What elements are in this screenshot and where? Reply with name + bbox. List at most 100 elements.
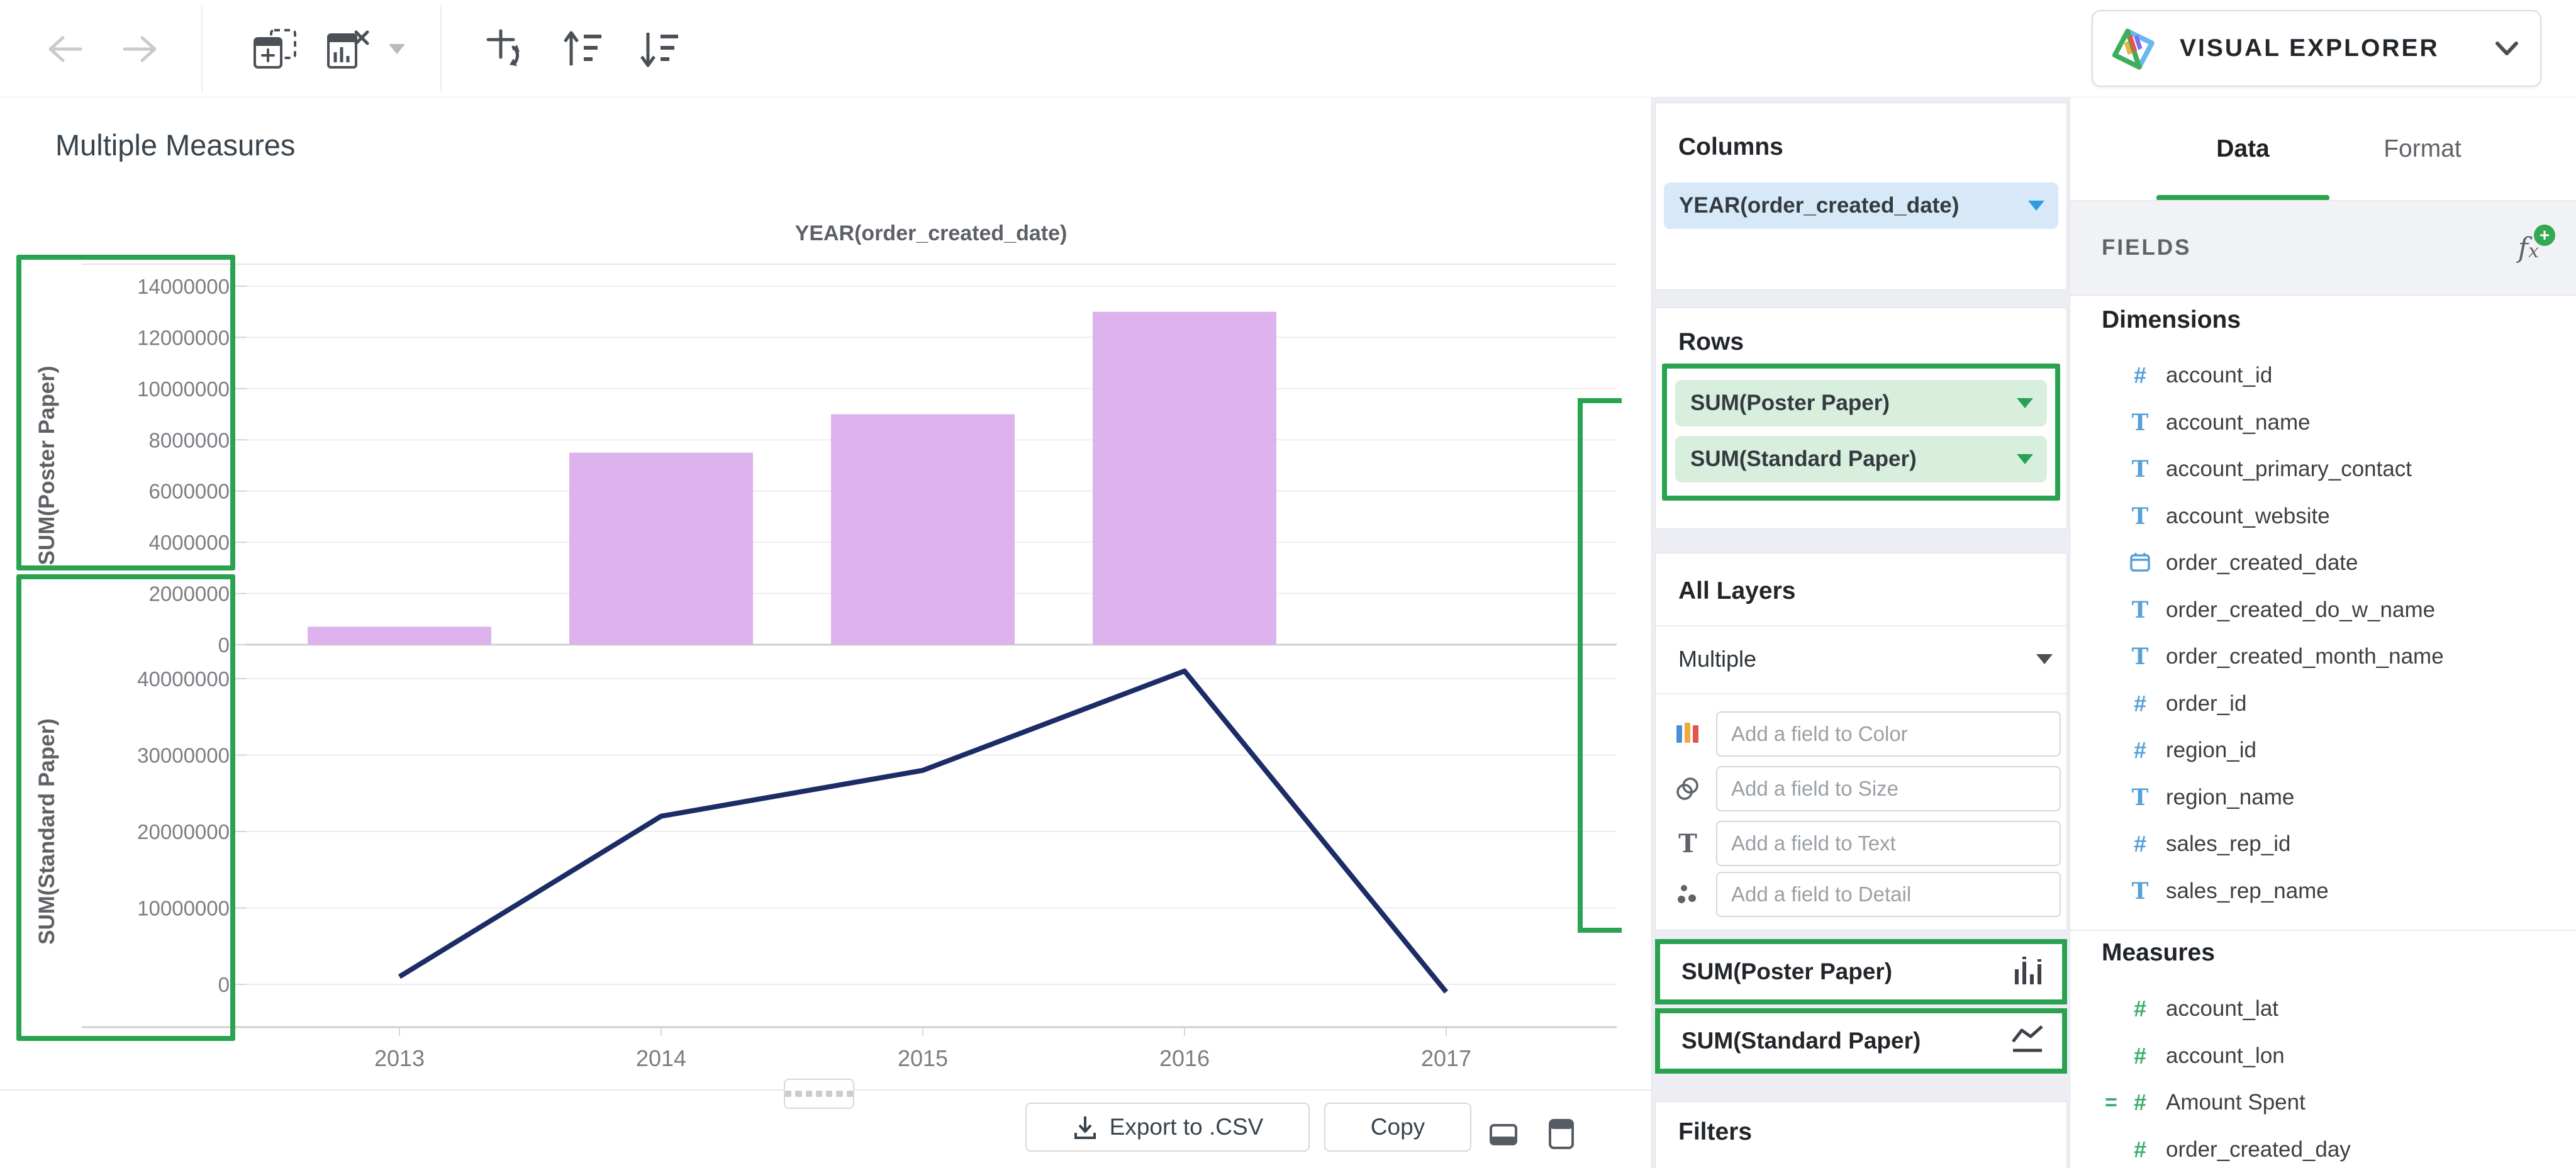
calculated-field-icon: #	[2126, 1089, 2155, 1116]
filters-title: Filters	[1678, 1118, 1752, 1146]
number-icon: #	[2126, 691, 2155, 717]
fields-header-bar: FIELDS fx +	[2070, 201, 2576, 296]
layer-sum-poster-paper[interactable]: SUM(Poster Paper)	[1655, 939, 2067, 1004]
svg-text:30000000: 30000000	[137, 744, 230, 767]
rows-pill-sum-standard-paper[interactable]: SUM(Standard Paper)	[1675, 436, 2047, 482]
bar-2014[interactable]	[569, 453, 753, 645]
field-order_id[interactable]: #order_id	[2070, 681, 2576, 727]
svg-text:4000000: 4000000	[149, 531, 230, 554]
text-icon: T	[2126, 597, 2155, 623]
visual-explorer-menu-button[interactable]: VISUAL EXPLORER	[2092, 10, 2541, 87]
measures-section-title: Measures	[2102, 939, 2215, 967]
field-region_id[interactable]: #region_id	[2070, 727, 2576, 774]
svg-text:14000000: 14000000	[137, 275, 230, 298]
fields-panel: Data Format FIELDS fx + Dimensions #acco…	[2070, 97, 2576, 1168]
field-order_created_day[interactable]: #order_created_day	[2070, 1126, 2576, 1168]
add-calculated-field-icon[interactable]: fx +	[2518, 232, 2539, 264]
field-account_primary_contact[interactable]: Taccount_primary_contact	[2070, 446, 2576, 492]
text-icon: T	[2126, 503, 2155, 530]
visual-explorer-app: VISUAL EXPLORER Multiple Measures 020000…	[0, 0, 2576, 1168]
toolbar-separator	[440, 5, 442, 92]
columns-title: Columns	[1678, 133, 1783, 161]
field-amount-spent[interactable]: =#Amount Spent	[2070, 1079, 2576, 1126]
x-axis-title: YEAR(order_created_date)	[795, 221, 1068, 245]
tab-format[interactable]: Format	[2347, 97, 2498, 200]
rows-selection-box: SUM(Poster Paper) SUM(Standard Paper)	[1662, 364, 2060, 501]
bar-2016[interactable]	[1093, 312, 1276, 645]
number-icon: #	[2126, 737, 2155, 764]
svg-text:2000000: 2000000	[149, 582, 230, 606]
svg-text:10000000: 10000000	[137, 897, 230, 920]
chart-canvas: Multiple Measures 0200000040000006000000…	[0, 97, 1651, 1168]
bar-2013[interactable]	[308, 627, 491, 645]
text-icon: T	[2126, 643, 2155, 670]
rows-title: Rows	[1678, 328, 1744, 356]
pill-dropdown-icon[interactable]	[2028, 201, 2044, 211]
layer-sum-standard-paper[interactable]: SUM(Standard Paper)	[1655, 1008, 2067, 1074]
field-sales_rep_id[interactable]: #sales_rep_id	[2070, 821, 2576, 867]
pill-dropdown-icon[interactable]	[2017, 398, 2033, 408]
copy-label: Copy	[1371, 1114, 1425, 1140]
slot-row-size	[1656, 766, 2066, 811]
field-order_created_month_name[interactable]: Torder_created_month_name	[2070, 633, 2576, 680]
field-account_website[interactable]: Taccount_website	[2070, 493, 2576, 540]
field-account_lon[interactable]: #account_lon	[2070, 1033, 2576, 1079]
text-icon: T	[2126, 409, 2155, 436]
add-a-field-to-color-input[interactable]	[1716, 711, 2061, 757]
field-sales_rep_name[interactable]: Tsales_rep_name	[2070, 868, 2576, 915]
sort-descending-icon[interactable]	[630, 0, 687, 97]
expand-panel-icon[interactable]	[1549, 1119, 1574, 1152]
number-icon: #	[2126, 831, 2155, 857]
clear-chart-icon[interactable]	[322, 0, 379, 97]
bar-chart-icon	[2012, 955, 2044, 989]
add-a-field-to-detail-input[interactable]	[1716, 872, 2061, 917]
color-icon	[1671, 711, 1705, 757]
collapse-panel-icon[interactable]	[1490, 1124, 1517, 1149]
field-region_name[interactable]: Tregion_name	[2070, 774, 2576, 821]
rows-pill-sum-poster-paper[interactable]: SUM(Poster Paper)	[1675, 380, 2047, 426]
clear-chart-dropdown-icon[interactable]	[382, 0, 411, 97]
x-tick-2016: 2016	[1159, 1045, 1210, 1071]
measure-number-icon: #	[2126, 1137, 2155, 1163]
svg-text:10000000: 10000000	[137, 377, 230, 401]
fields-divider	[2070, 930, 2576, 931]
x-tick-2015: 2015	[898, 1045, 948, 1071]
all-layers-card: All Layers Multiple T	[1655, 553, 2067, 930]
export-csv-button[interactable]: Export to .CSV	[1025, 1103, 1310, 1152]
add-chart-icon[interactable]	[247, 0, 303, 97]
columns-pill-year-order-created-date[interactable]: YEAR(order_created_date)	[1664, 182, 2058, 229]
size-icon	[1671, 766, 1705, 811]
field-account_lat[interactable]: #account_lat	[2070, 986, 2576, 1032]
back-icon[interactable]	[43, 0, 87, 97]
resize-drag-handle[interactable]	[784, 1079, 854, 1109]
field-order_created_date[interactable]: order_created_date	[2070, 540, 2576, 586]
add-a-field-to-text-input[interactable]	[1716, 821, 2061, 866]
pill-dropdown-icon[interactable]	[2017, 454, 2033, 464]
svg-text:8000000: 8000000	[149, 428, 230, 452]
field-account_id[interactable]: #account_id	[2070, 352, 2576, 399]
x-tick-2017: 2017	[1421, 1045, 1471, 1071]
field-order_created_do_w_name[interactable]: Torder_created_do_w_name	[2070, 587, 2576, 633]
standard-y-axis-title: SUM(Standard Paper)	[35, 718, 59, 945]
copy-button[interactable]: Copy	[1324, 1103, 1471, 1152]
detail-icon	[1671, 872, 1705, 917]
filters-card: Filters	[1655, 1101, 2067, 1168]
rows-selection-bracket	[1578, 398, 1622, 933]
number-icon: #	[2126, 362, 2155, 389]
columns-shelf: Columns YEAR(order_created_date)	[1655, 103, 2067, 290]
rows-shelf: Rows SUM(Poster Paper) SUM(Standard Pape…	[1655, 308, 2067, 529]
forward-icon[interactable]	[118, 0, 162, 97]
tab-data[interactable]: Data	[2156, 97, 2329, 200]
formula-equals-icon: =	[2105, 1091, 2117, 1115]
field-account_name[interactable]: Taccount_name	[2070, 399, 2576, 446]
pivot-axes-icon[interactable]	[477, 0, 533, 97]
sort-ascending-icon[interactable]	[554, 0, 610, 97]
add-a-field-to-size-input[interactable]	[1716, 766, 2061, 811]
toolbar: VISUAL EXPLORER	[0, 0, 2576, 97]
multiple-measures-chart[interactable]: 0200000040000006000000800000010000000120…	[0, 97, 1651, 1077]
visual-explorer-label: VISUAL EXPLORER	[2180, 35, 2439, 62]
chevron-down-icon	[2495, 41, 2519, 56]
bar-2015[interactable]	[831, 414, 1015, 645]
fields-header: FIELDS	[2102, 235, 2191, 260]
svg-text:12000000: 12000000	[137, 326, 230, 349]
